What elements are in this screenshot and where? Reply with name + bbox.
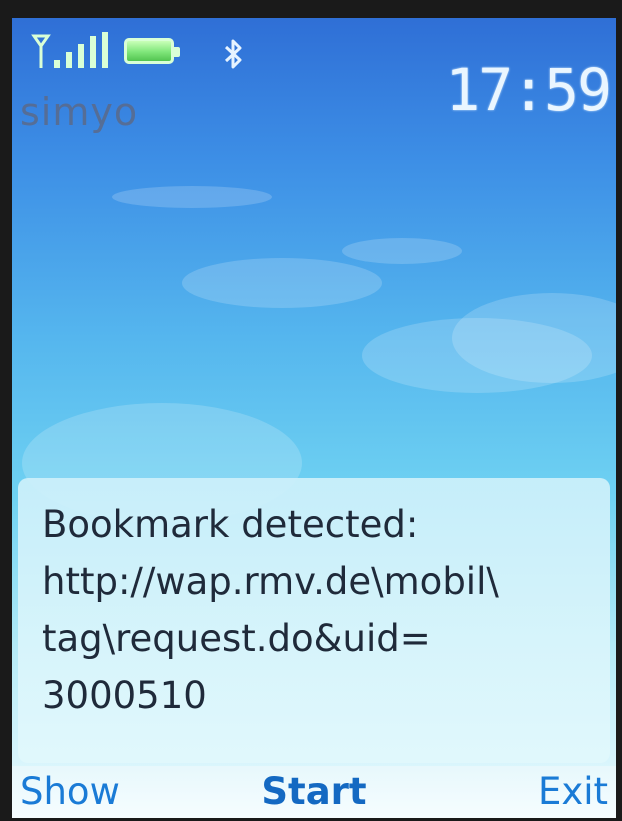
show-softkey[interactable]: Show: [20, 770, 120, 813]
bluetooth-icon: [224, 39, 242, 69]
background-bubble: [182, 258, 382, 308]
operator-name: simyo: [20, 90, 139, 134]
softkey-bar: Show Start Exit: [12, 766, 616, 818]
background-bubble: [112, 186, 272, 208]
clock-time: 17:59: [445, 56, 612, 124]
exit-softkey[interactable]: Exit: [538, 770, 608, 813]
phone-screen: simyo 17:59 Bookmark detected: http://wa…: [12, 18, 616, 818]
battery-icon: [124, 38, 180, 64]
background-bubble: [342, 238, 462, 264]
message-text: Bookmark detected: http://wap.rmv.de\mob…: [42, 503, 499, 717]
start-softkey[interactable]: Start: [261, 770, 366, 813]
status-bar: simyo 17:59: [12, 18, 616, 134]
message-panel: Bookmark detected: http://wap.rmv.de\mob…: [18, 478, 610, 763]
